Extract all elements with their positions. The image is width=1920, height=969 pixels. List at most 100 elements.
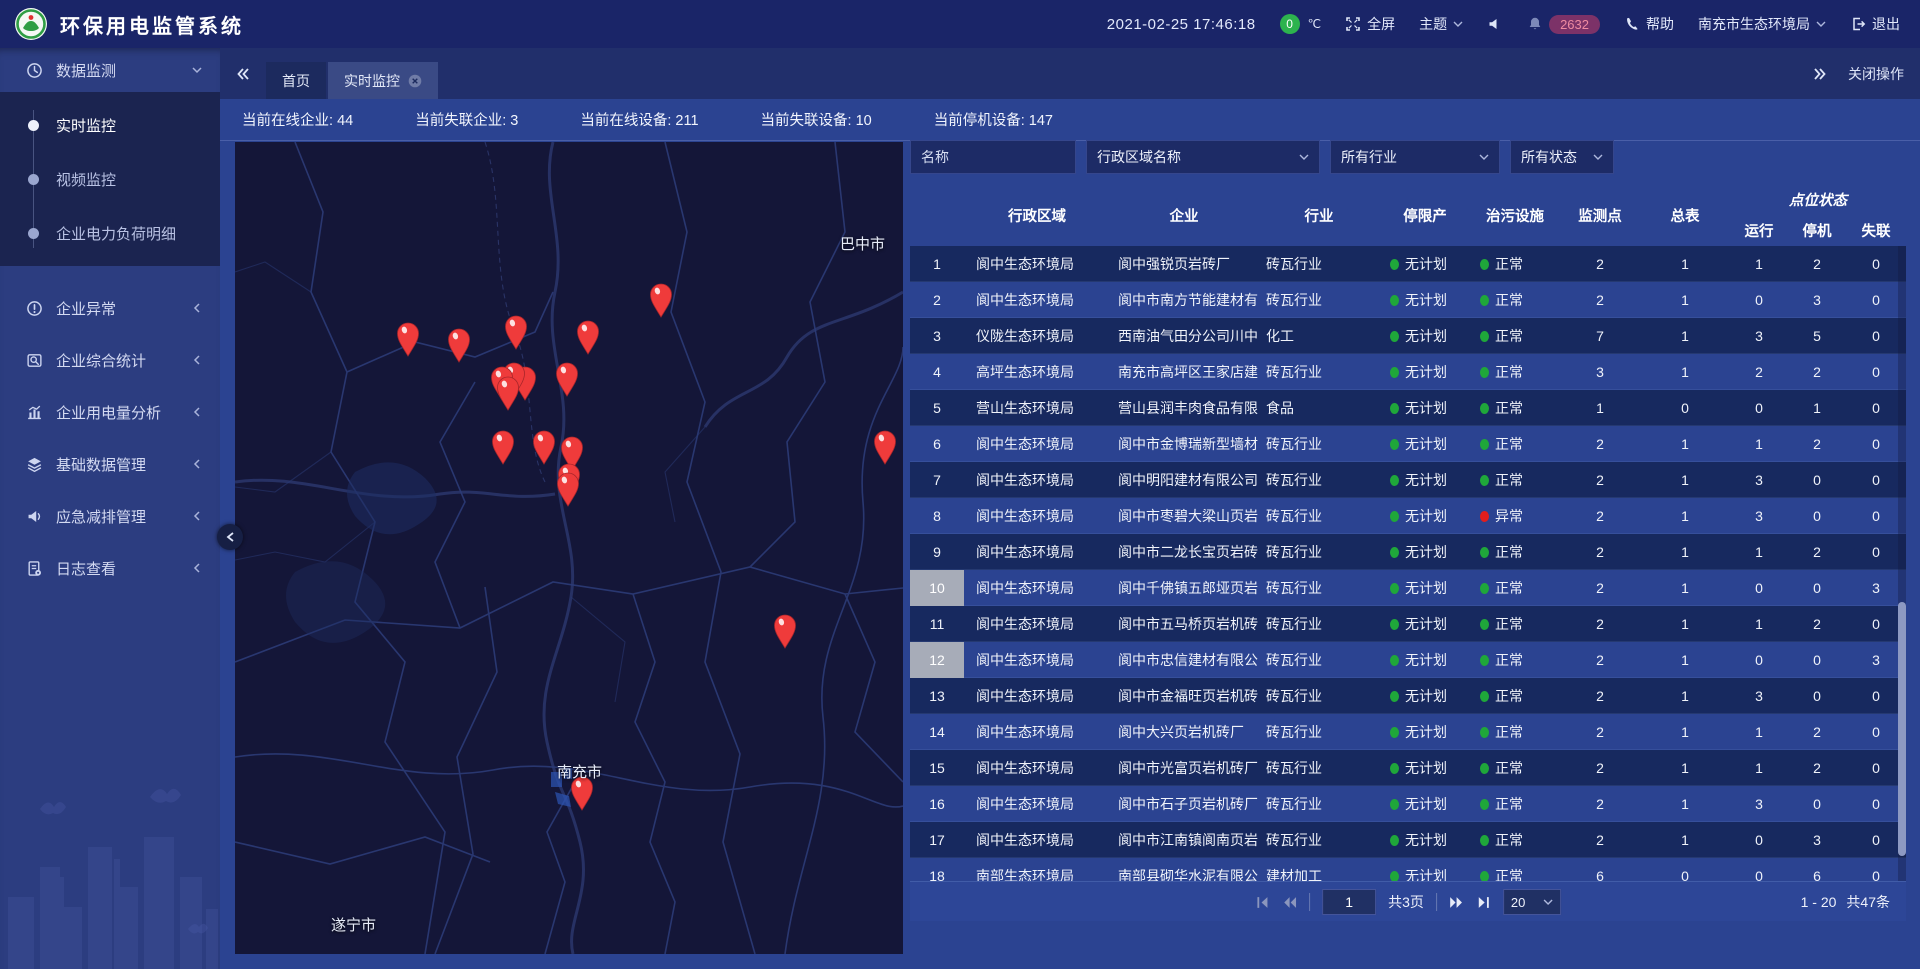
tab-首页[interactable]: 首页 — [266, 62, 326, 99]
page-number-input[interactable] — [1322, 889, 1376, 915]
org-menu[interactable]: 南充市生态环境局 — [1698, 14, 1826, 34]
map-marker-pin[interactable] — [506, 316, 527, 349]
production-limit-status: 无计划 — [1380, 650, 1470, 670]
notifications[interactable]: 2632 — [1527, 15, 1600, 34]
map-marker-pin[interactable] — [572, 777, 593, 810]
pollution-facility-status: 正常 — [1470, 686, 1560, 706]
logout-button[interactable]: 退出 — [1850, 14, 1900, 34]
sidebar-subitem-实时监控[interactable]: 实时监控 — [0, 98, 220, 152]
fullscreen-label: 全屏 — [1367, 14, 1395, 34]
map-marker-pin[interactable] — [578, 321, 599, 354]
table-row[interactable]: 10阆中生态环境局阆中千佛镇五郎垭页岩砖瓦行业无计划正常21003 — [910, 570, 1906, 606]
sidebar-subitem-视频监控[interactable]: 视频监控 — [0, 152, 220, 206]
map-marker-pin[interactable] — [449, 329, 470, 362]
region-filter-select[interactable]: 行政区域名称 — [1086, 140, 1320, 174]
tab-close-icon[interactable] — [408, 74, 422, 88]
filter-bar: 行政区域名称 所有行业 所有状态 — [910, 140, 1906, 174]
double-chevron-right-icon[interactable] — [1812, 66, 1828, 82]
pagination-bar: 共3页 20 1 - 20 共47条 — [910, 881, 1906, 921]
table-row[interactable]: 3仪陇生态环境局西南油气田分公司川中化工无计划正常71350 — [910, 318, 1906, 354]
first-page-button[interactable] — [1255, 895, 1270, 910]
table-row[interactable]: 15阆中生态环境局阆中市光富页岩机砖厂砖瓦行业无计划正常21120 — [910, 750, 1906, 786]
pollution-facility-status-label: 正常 — [1495, 830, 1523, 850]
tab-实时监控[interactable]: 实时监控 — [328, 62, 438, 99]
table-row[interactable]: 16阆中生态环境局阆中市石子页岩机砖厂砖瓦行业无计划正常21300 — [910, 786, 1906, 822]
table-row[interactable]: 1阆中生态环境局阆中强锐页岩砖厂砖瓦行业无计划正常21120 — [910, 246, 1906, 282]
status-dot-icon — [1480, 403, 1489, 414]
fullscreen-button[interactable]: 全屏 — [1345, 14, 1395, 34]
table-row[interactable]: 12阆中生态环境局阆中市忠信建材有限公砖瓦行业无计划正常21003 — [910, 642, 1906, 678]
stopped-count-cell: 1 — [1788, 400, 1846, 416]
map-marker-pin[interactable] — [398, 323, 419, 356]
map-marker-pin[interactable] — [498, 377, 519, 410]
sidebar-item-1[interactable]: 数据监测 — [0, 48, 220, 92]
name-filter-input[interactable] — [910, 140, 1076, 174]
offline-count-cell: 0 — [1846, 328, 1906, 344]
stopped-count-cell: 5 — [1788, 328, 1846, 344]
table-row[interactable]: 9阆中生态环境局阆中市二龙长宝页岩砖砖瓦行业无计划正常21120 — [910, 534, 1906, 570]
table-row[interactable]: 6阆中生态环境局阆中市金博瑞新型墙材砖瓦行业无计划正常21120 — [910, 426, 1906, 462]
table-row[interactable]: 4高坪生态环境局南充市高坪区王家店建砖瓦行业无计划正常31220 — [910, 354, 1906, 390]
stats-bar: 当前在线企业: 44当前失联企业: 3当前在线设备: 211当前失联设备: 10… — [220, 99, 1920, 141]
table-row[interactable]: 7阆中生态环境局阆中明阳建材有限公司砖瓦行业无计划正常21300 — [910, 462, 1906, 498]
next-page-button[interactable] — [1449, 895, 1464, 910]
page-size-select[interactable]: 20 — [1503, 889, 1561, 915]
map-marker-pin[interactable] — [557, 363, 578, 396]
theme-menu[interactable]: 主题 — [1419, 14, 1463, 34]
production-limit-status-label: 无计划 — [1405, 398, 1447, 418]
sidebar-item-7[interactable]: 日志查看 — [0, 542, 220, 594]
row-number-cell: 17 — [910, 822, 964, 858]
monitor-points-cell: 2 — [1560, 544, 1640, 560]
table-row[interactable]: 18南部生态环境局南部县砌华水泥有限公建材加工无计划正常60060 — [910, 858, 1906, 881]
map-marker-pin[interactable] — [875, 431, 896, 464]
pollution-facility-status-label: 正常 — [1495, 434, 1523, 454]
map-marker-pin[interactable] — [493, 431, 514, 464]
sidebar-subitem-企业电力负荷明细[interactable]: 企业电力负荷明细 — [0, 206, 220, 260]
sidebar-item-4[interactable]: 企业用电量分析 — [0, 386, 220, 438]
running-count-cell: 1 — [1730, 724, 1788, 740]
pollution-facility-status: 正常 — [1470, 326, 1560, 346]
table-scrollbar-thumb[interactable] — [1898, 602, 1906, 856]
sidebar-item-2[interactable]: 企业异常 — [0, 282, 220, 334]
pollution-facility-status-label: 正常 — [1495, 398, 1523, 418]
help-button[interactable]: 帮助 — [1624, 14, 1674, 34]
table-row[interactable]: 13阆中生态环境局阆中市金福旺页岩机砖砖瓦行业无计划正常21300 — [910, 678, 1906, 714]
map-marker-pin[interactable] — [651, 284, 672, 317]
total-meter-cell: 1 — [1640, 508, 1730, 524]
map-marker-pin[interactable] — [534, 431, 555, 464]
status-filter-select[interactable]: 所有状态 — [1510, 140, 1614, 174]
table-row[interactable]: 14阆中生态环境局阆中大兴页岩机砖厂砖瓦行业无计划正常21120 — [910, 714, 1906, 750]
status-dot-icon — [1390, 439, 1399, 450]
industry-cell: 砖瓦行业 — [1258, 794, 1380, 814]
row-number-cell: 14 — [910, 714, 964, 750]
table-row[interactable]: 11阆中生态环境局阆中市五马桥页岩机砖砖瓦行业无计划正常21120 — [910, 606, 1906, 642]
running-count-cell: 3 — [1730, 688, 1788, 704]
status-dot-icon — [1480, 367, 1489, 378]
sidebar-item-3[interactable]: 企业综合统计 — [0, 334, 220, 386]
offline-count-cell: 0 — [1846, 688, 1906, 704]
table-row[interactable]: 5营山生态环境局营山县润丰肉食品有限食品无计划正常10010 — [910, 390, 1906, 426]
close-operations-button[interactable]: 关闭操作 — [1848, 64, 1904, 84]
column-header-失联: 失联 — [1846, 214, 1906, 246]
sidebar-collapse-handle[interactable] — [217, 524, 243, 550]
sidebar-item-6[interactable]: 应急减排管理 — [0, 490, 220, 542]
notification-badge: 2632 — [1549, 15, 1600, 34]
industry-cell: 砖瓦行业 — [1258, 830, 1380, 850]
map-panel[interactable]: 巴中市南充市遂宁市 — [235, 142, 903, 954]
table-row[interactable]: 8阆中生态环境局阆中市枣碧大梁山页岩砖瓦行业无计划异常21300 — [910, 498, 1906, 534]
map-marker-pin[interactable] — [775, 615, 796, 648]
production-limit-status-label: 无计划 — [1405, 830, 1447, 850]
offline-count-cell: 0 — [1846, 868, 1906, 881]
table-row[interactable]: 2阆中生态环境局阆中市南方节能建材有砖瓦行业无计划正常21030 — [910, 282, 1906, 318]
sound-button[interactable] — [1487, 16, 1503, 32]
sidebar-item-5[interactable]: 基础数据管理 — [0, 438, 220, 490]
table-scrollbar[interactable] — [1898, 246, 1906, 881]
tabs-scroll-left-button[interactable] — [220, 48, 266, 99]
industry-filter-select[interactable]: 所有行业 — [1330, 140, 1500, 174]
layers-icon — [26, 456, 43, 473]
table-row[interactable]: 17阆中生态环境局阆中市江南镇阆南页岩砖瓦行业无计划正常21030 — [910, 822, 1906, 858]
last-page-button[interactable] — [1476, 895, 1491, 910]
total-meter-cell: 1 — [1640, 256, 1730, 272]
previous-page-button[interactable] — [1282, 895, 1297, 910]
production-limit-status-label: 无计划 — [1405, 506, 1447, 526]
